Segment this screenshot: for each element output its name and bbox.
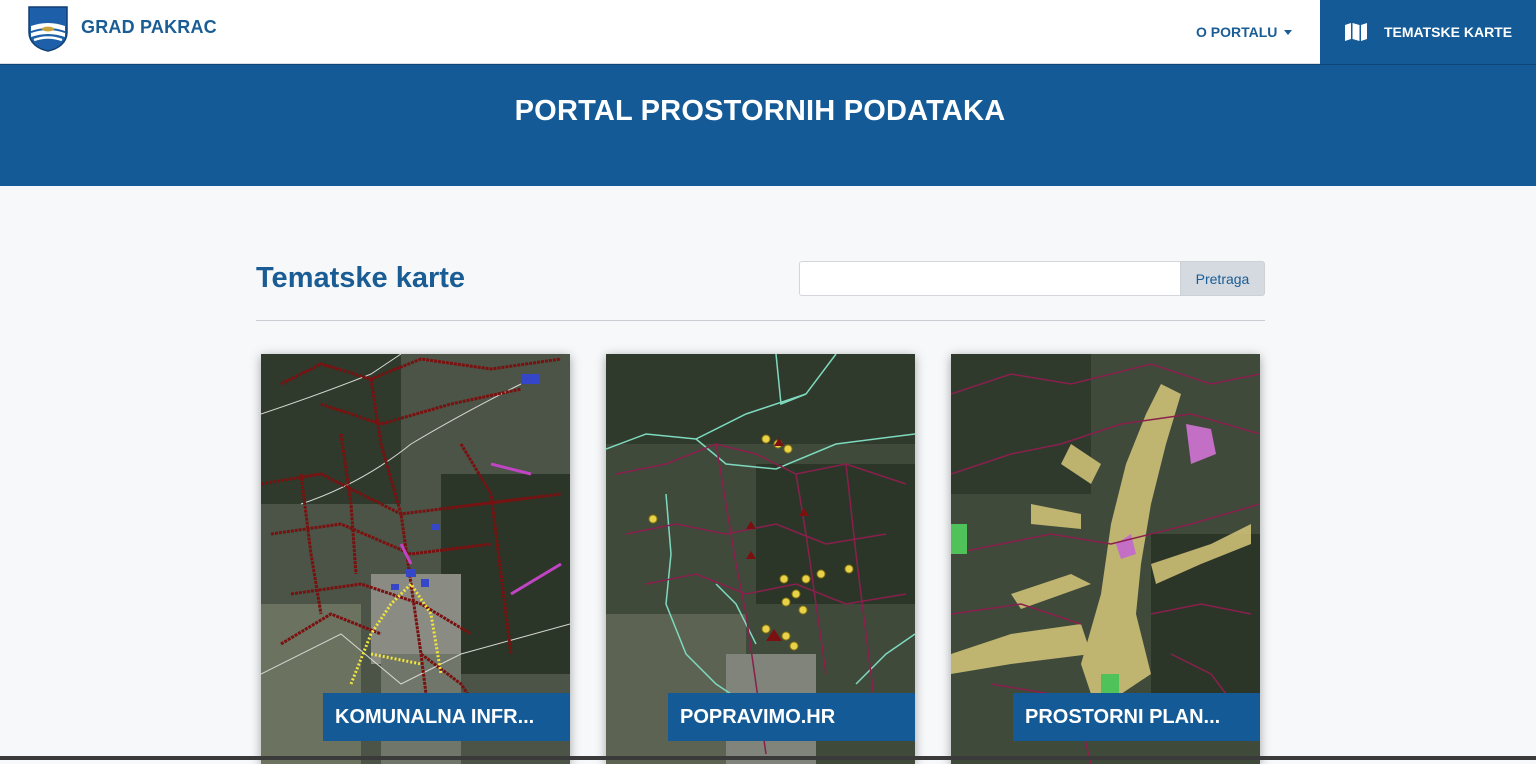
map-card-spatial-plans[interactable]: PROSTORNI PLAN...	[951, 354, 1260, 764]
section-divider	[256, 320, 1265, 321]
search-bar: Pretraga	[799, 261, 1265, 296]
nav-thematic-maps-button[interactable]: TEMATSKE KARTE	[1320, 0, 1536, 64]
brand-name: GRAD PAKRAC	[81, 16, 217, 37]
map-card-title: POPRAVIMO.HR	[668, 693, 915, 741]
map-card-popravimo[interactable]: POPRAVIMO.HR	[606, 354, 915, 764]
nav-about-dropdown[interactable]: O PORTALU	[1196, 22, 1293, 42]
top-navbar: GRAD PAKRAC O PORTALU TEMATSKE KARTE	[0, 0, 1536, 64]
brand-link[interactable]: GRAD PAKRAC	[28, 6, 217, 52]
nav-about-label: O PORTALU	[1196, 24, 1278, 40]
map-card-communal-infrastructure[interactable]: KOMUNALNA INFR...	[261, 354, 570, 764]
nav-thematic-maps-label: TEMATSKE KARTE	[1384, 24, 1513, 40]
page-title: Tematske karte	[256, 262, 466, 294]
window-bottom-edge	[0, 756, 1536, 760]
coat-of-arms-logo	[28, 6, 68, 52]
caret-down-icon	[1284, 29, 1293, 35]
hero-banner: PORTAL PROSTORNIH PODATAKA	[0, 64, 1536, 186]
map-icon	[1345, 23, 1367, 41]
search-input[interactable]	[799, 261, 1180, 296]
map-card-title: KOMUNALNA INFR...	[323, 693, 570, 741]
map-card-title: PROSTORNI PLAN...	[1013, 693, 1260, 741]
search-button[interactable]: Pretraga	[1180, 261, 1265, 296]
hero-title: PORTAL PROSTORNIH PODATAKA	[514, 95, 1006, 127]
